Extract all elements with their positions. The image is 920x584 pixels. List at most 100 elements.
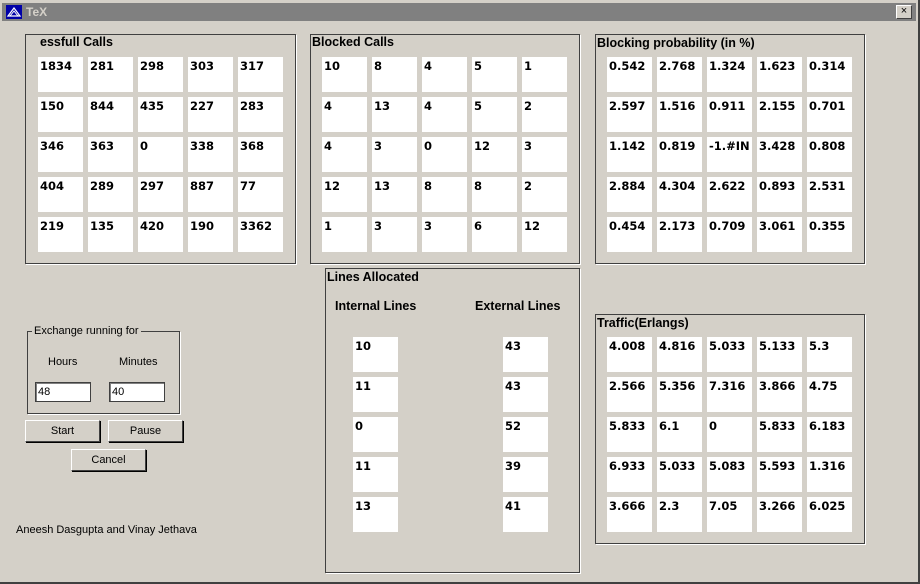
blocked-calls-cell[interactable]: 8: [422, 177, 467, 212]
successful-calls-cell[interactable]: 887: [188, 177, 233, 212]
traffic-cell[interactable]: 5.033: [657, 457, 702, 492]
internal-lines-cell[interactable]: 10: [353, 337, 398, 372]
blocked-calls-cell[interactable]: 0: [422, 137, 467, 172]
blocked-calls-cell[interactable]: 13: [372, 177, 417, 212]
traffic-cell[interactable]: 4.008: [607, 337, 652, 372]
traffic-cell[interactable]: 2.566: [607, 377, 652, 412]
successful-calls-cell[interactable]: 346: [38, 137, 83, 172]
traffic-cell[interactable]: 4.75: [807, 377, 852, 412]
successful-calls-cell[interactable]: 135: [88, 217, 133, 252]
blocked-calls-cell[interactable]: 1: [322, 217, 367, 252]
blocking-probability-cell[interactable]: 0.808: [807, 137, 852, 172]
traffic-cell[interactable]: 5.593: [757, 457, 802, 492]
external-lines-cell[interactable]: 39: [503, 457, 548, 492]
minutes-input[interactable]: 40: [109, 382, 165, 402]
pause-button[interactable]: Pause: [108, 420, 183, 442]
successful-calls-cell[interactable]: 435: [138, 97, 183, 132]
external-lines-cell[interactable]: 43: [503, 337, 548, 372]
successful-calls-cell[interactable]: 227: [188, 97, 233, 132]
successful-calls-cell[interactable]: 844: [88, 97, 133, 132]
traffic-cell[interactable]: 5.356: [657, 377, 702, 412]
start-button[interactable]: Start: [25, 420, 100, 442]
hours-input[interactable]: 48: [35, 382, 91, 402]
traffic-cell[interactable]: 2.3: [657, 497, 702, 532]
blocking-probability-cell[interactable]: 0.542: [607, 57, 652, 92]
blocked-calls-cell[interactable]: 1: [522, 57, 567, 92]
successful-calls-cell[interactable]: 420: [138, 217, 183, 252]
blocked-calls-cell[interactable]: 8: [472, 177, 517, 212]
blocking-probability-cell[interactable]: 3.428: [757, 137, 802, 172]
blocking-probability-cell[interactable]: 2.768: [657, 57, 702, 92]
traffic-cell[interactable]: 5.133: [757, 337, 802, 372]
cancel-button[interactable]: Cancel: [71, 449, 146, 471]
blocking-probability-cell[interactable]: 0.819: [657, 137, 702, 172]
blocking-probability-cell[interactable]: 0.893: [757, 177, 802, 212]
traffic-cell[interactable]: 6.183: [807, 417, 852, 452]
traffic-cell[interactable]: 4.816: [657, 337, 702, 372]
successful-calls-cell[interactable]: 77: [238, 177, 283, 212]
successful-calls-cell[interactable]: 219: [38, 217, 83, 252]
blocking-probability-cell[interactable]: 1.516: [657, 97, 702, 132]
traffic-cell[interactable]: 6.933: [607, 457, 652, 492]
blocked-calls-cell[interactable]: 5: [472, 97, 517, 132]
successful-calls-cell[interactable]: 283: [238, 97, 283, 132]
blocked-calls-cell[interactable]: 12: [472, 137, 517, 172]
blocking-probability-cell[interactable]: 2.884: [607, 177, 652, 212]
blocked-calls-cell[interactable]: 3: [522, 137, 567, 172]
traffic-cell[interactable]: 5.3: [807, 337, 852, 372]
traffic-cell[interactable]: 7.316: [707, 377, 752, 412]
successful-calls-cell[interactable]: 317: [238, 57, 283, 92]
blocking-probability-cell[interactable]: 1.623: [757, 57, 802, 92]
title-bar[interactable]: TeX ×: [2, 3, 916, 21]
traffic-cell[interactable]: 7.05: [707, 497, 752, 532]
blocked-calls-cell[interactable]: 12: [322, 177, 367, 212]
successful-calls-cell[interactable]: 1834: [38, 57, 83, 92]
blocking-probability-cell[interactable]: 2.155: [757, 97, 802, 132]
blocked-calls-cell[interactable]: 6: [472, 217, 517, 252]
successful-calls-cell[interactable]: 363: [88, 137, 133, 172]
traffic-cell[interactable]: 3.666: [607, 497, 652, 532]
traffic-cell[interactable]: 6.1: [657, 417, 702, 452]
blocking-probability-cell[interactable]: 0.701: [807, 97, 852, 132]
successful-calls-cell[interactable]: 0: [138, 137, 183, 172]
blocked-calls-cell[interactable]: 13: [372, 97, 417, 132]
blocking-probability-cell[interactable]: 0.314: [807, 57, 852, 92]
blocking-probability-cell[interactable]: 0.911: [707, 97, 752, 132]
successful-calls-cell[interactable]: 303: [188, 57, 233, 92]
traffic-cell[interactable]: 0: [707, 417, 752, 452]
successful-calls-cell[interactable]: 298: [138, 57, 183, 92]
blocked-calls-cell[interactable]: 8: [372, 57, 417, 92]
successful-calls-cell[interactable]: 281: [88, 57, 133, 92]
blocked-calls-cell[interactable]: 3: [372, 217, 417, 252]
blocking-probability-cell[interactable]: 2.173: [657, 217, 702, 252]
blocked-calls-cell[interactable]: 12: [522, 217, 567, 252]
blocking-probability-cell[interactable]: 0.355: [807, 217, 852, 252]
successful-calls-cell[interactable]: 368: [238, 137, 283, 172]
blocking-probability-cell[interactable]: 0.709: [707, 217, 752, 252]
blocking-probability-cell[interactable]: 1.324: [707, 57, 752, 92]
blocked-calls-cell[interactable]: 5: [472, 57, 517, 92]
blocked-calls-cell[interactable]: 4: [422, 57, 467, 92]
blocking-probability-cell[interactable]: 3.061: [757, 217, 802, 252]
internal-lines-cell[interactable]: 0: [353, 417, 398, 452]
blocking-probability-cell[interactable]: 4.304: [657, 177, 702, 212]
successful-calls-cell[interactable]: 404: [38, 177, 83, 212]
traffic-cell[interactable]: 3.866: [757, 377, 802, 412]
traffic-cell[interactable]: 1.316: [807, 457, 852, 492]
successful-calls-cell[interactable]: 190: [188, 217, 233, 252]
successful-calls-cell[interactable]: 289: [88, 177, 133, 212]
successful-calls-cell[interactable]: 297: [138, 177, 183, 212]
close-button[interactable]: ×: [896, 5, 912, 19]
blocked-calls-cell[interactable]: 3: [372, 137, 417, 172]
blocking-probability-cell[interactable]: 2.531: [807, 177, 852, 212]
blocked-calls-cell[interactable]: 3: [422, 217, 467, 252]
blocked-calls-cell[interactable]: 10: [322, 57, 367, 92]
external-lines-cell[interactable]: 41: [503, 497, 548, 532]
successful-calls-cell[interactable]: 150: [38, 97, 83, 132]
traffic-cell[interactable]: 5.033: [707, 337, 752, 372]
successful-calls-cell[interactable]: 338: [188, 137, 233, 172]
blocked-calls-cell[interactable]: 2: [522, 97, 567, 132]
blocked-calls-cell[interactable]: 4: [322, 137, 367, 172]
blocking-probability-cell[interactable]: 2.622: [707, 177, 752, 212]
blocked-calls-cell[interactable]: 4: [422, 97, 467, 132]
